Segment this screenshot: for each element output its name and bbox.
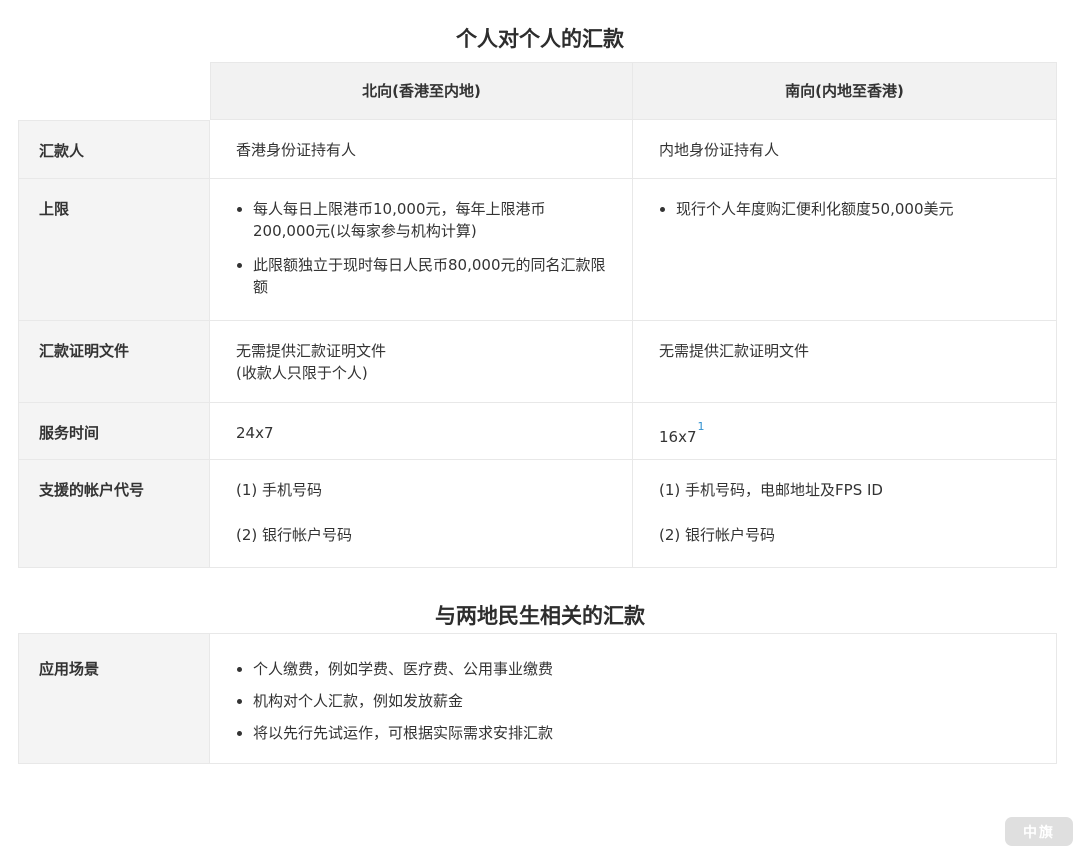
account-ids-north-item1: (1) 手机号码 xyxy=(236,479,606,501)
limit-north-bullet-list: 每人每日上限港币10,000元，每年上限港币200,000元(以每家参与机构计算… xyxy=(236,198,606,298)
row-label-account-ids: 支援的帐户代号 xyxy=(18,460,210,568)
use-cases-bullet-list: 个人缴费，例如学费、医疗费、公用事业缴费 机构对个人汇款，例如发放薪金 将以先行… xyxy=(236,658,1030,744)
cell-limit-south: 现行个人年度购汇便利化额度50,000美元 xyxy=(633,179,1057,321)
cell-remitter-north: 香港身份证持有人 xyxy=(210,120,633,179)
section2-title: 与两地民生相关的汇款 xyxy=(0,603,1080,629)
bullet-item: 个人缴费，例如学费、医疗费、公用事业缴费 xyxy=(253,658,1030,680)
table-corner-spacer xyxy=(18,62,210,120)
cell-proof-south: 无需提供汇款证明文件 xyxy=(633,321,1057,403)
cell-service-hours-south: 16x71 xyxy=(633,403,1057,460)
cell-use-cases: 个人缴费，例如学费、医疗费、公用事业缴费 机构对个人汇款，例如发放薪金 将以先行… xyxy=(210,633,1057,764)
account-ids-north-item2: (2) 银行帐户号码 xyxy=(236,524,606,546)
limit-south-bullet-list: 现行个人年度购汇便利化额度50,000美元 xyxy=(659,198,1030,220)
column-header-northbound: 北向(香港至内地) xyxy=(210,62,633,120)
service-hours-south-value: 16x7 xyxy=(659,428,697,446)
cell-remitter-south: 内地身份证持有人 xyxy=(633,120,1057,179)
cell-account-ids-south: (1) 手机号码，电邮地址及FPS ID (2) 银行帐户号码 xyxy=(633,460,1057,568)
cell-limit-north: 每人每日上限港币10,000元，每年上限港币200,000元(以每家参与机构计算… xyxy=(210,179,633,321)
account-ids-south-item2: (2) 银行帐户号码 xyxy=(659,524,1030,546)
row-label-limit: 上限 xyxy=(18,179,210,321)
bullet-item: 将以先行先试运作，可根据实际需求安排汇款 xyxy=(253,722,1030,744)
cell-proof-north: 无需提供汇款证明文件 (收款人只限于个人) xyxy=(210,321,633,403)
bullet-item: 现行个人年度购汇便利化额度50,000美元 xyxy=(676,198,1030,220)
cell-account-ids-north: (1) 手机号码 (2) 银行帐户号码 xyxy=(210,460,633,568)
row-label-proof: 汇款证明文件 xyxy=(18,321,210,403)
account-ids-south-item1: (1) 手机号码，电邮地址及FPS ID xyxy=(659,479,1030,501)
bullet-item: 此限额独立于现时每日人民币80,000元的同名汇款限额 xyxy=(253,254,606,298)
row-label-remitter: 汇款人 xyxy=(18,120,210,179)
row-label-use-cases: 应用场景 xyxy=(18,633,210,764)
bullet-item: 每人每日上限港币10,000元，每年上限港币200,000元(以每家参与机构计算… xyxy=(253,198,606,242)
section1-title: 个人对个人的汇款 xyxy=(0,26,1080,52)
livelihood-remittance-table: 应用场景 个人缴费，例如学费、医疗费、公用事业缴费 机构对个人汇款，例如发放薪金… xyxy=(18,633,1057,764)
cell-service-hours-north: 24x7 xyxy=(210,403,633,460)
p2p-remittance-table: 北向(香港至内地) 南向(内地至香港) 汇款人 香港身份证持有人 内地身份证持有… xyxy=(18,62,1057,568)
footnote-1-link[interactable]: 1 xyxy=(698,420,705,433)
bullet-item: 机构对个人汇款，例如发放薪金 xyxy=(253,690,1030,712)
proof-north-line2: (收款人只限于个人) xyxy=(236,362,606,384)
row-label-service-hours: 服务时间 xyxy=(18,403,210,460)
watermark-badge: 中旗 xyxy=(1005,817,1073,846)
proof-north-line1: 无需提供汇款证明文件 xyxy=(236,340,606,362)
column-header-southbound: 南向(内地至香港) xyxy=(633,62,1057,120)
